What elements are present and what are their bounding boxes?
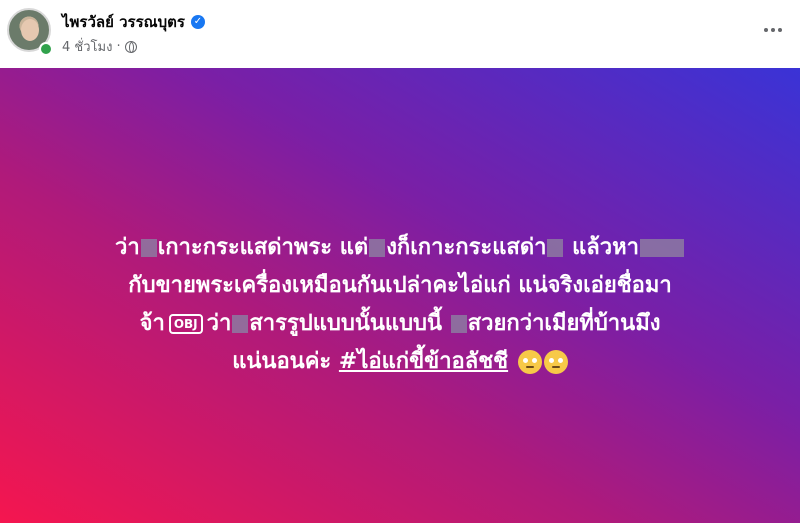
meta-separator: · [116, 39, 121, 54]
post-text-segment: จ้า [139, 311, 165, 336]
post-line-4: แน่นอนค่ะ #ไอ่แก่ขี้ข้าอลัชชี [40, 343, 760, 381]
post-text-segment: แล้วหา [564, 235, 639, 260]
post-line-3: จ้า OBJ ว่า สารรูปแบบนั้นแบบนี้ สวยกว่าเมีย… [40, 305, 760, 343]
author-name[interactable]: ไพรวัลย์ วรรณบุตร [62, 10, 185, 34]
post-text-segment: ว่า [206, 311, 232, 336]
post-header: ไพรวัลย์ วรรณบุตร ✓ 4 ชั่วโมง · [0, 0, 800, 68]
post-text: ว่า เกาะกระแสด่าพระ แต่ งก็เกาะกระแสด่า แล… [40, 229, 760, 381]
post-timestamp[interactable]: 4 ชั่วโมง [62, 36, 112, 57]
post-line-2: กับขายพระเครื่องเหมือนกันเปล่าคะไอ่แก่ แ… [128, 273, 672, 298]
post-text-segment: เกาะกระแสด่าพระ แต่ [157, 235, 369, 260]
censor-block [547, 239, 564, 257]
more-options-icon[interactable] [756, 16, 790, 44]
post-text-segment: แน่นอนค่ะ [232, 349, 339, 374]
post-line-1: ว่า เกาะกระแสด่าพระ แต่ งก็เกาะกระแสด่า แล… [40, 229, 760, 267]
post-meta: 4 ชั่วโมง · [62, 36, 137, 57]
post-text-segment: งก็เกาะกระแสด่า [386, 235, 547, 260]
censor-block [640, 239, 684, 257]
hashtag-link[interactable]: #ไอ่แก่ขี้ข้าอลัชชี [339, 349, 508, 374]
post-text-segment: สารรูปแบบนั้นแบบนี้ [249, 311, 450, 336]
avatar-face [21, 19, 39, 41]
object-placeholder-icon: OBJ [168, 314, 203, 334]
censor-block [140, 239, 157, 257]
author-row: ไพรวัลย์ วรรณบุตร ✓ [62, 10, 205, 34]
censor-block [450, 315, 467, 333]
verified-badge-icon: ✓ [190, 15, 205, 29]
post-text-segment: ว่า [114, 235, 140, 260]
online-status-icon [39, 42, 53, 56]
globe-icon[interactable] [124, 40, 137, 53]
rolling-eyes-emoji-icon [517, 350, 542, 374]
censor-block [232, 315, 249, 333]
rolling-eyes-emoji-icon [543, 350, 568, 374]
censor-block [369, 239, 386, 257]
post-text-segment: สวยกว่าเมียที่บ้านมึง [467, 311, 661, 336]
